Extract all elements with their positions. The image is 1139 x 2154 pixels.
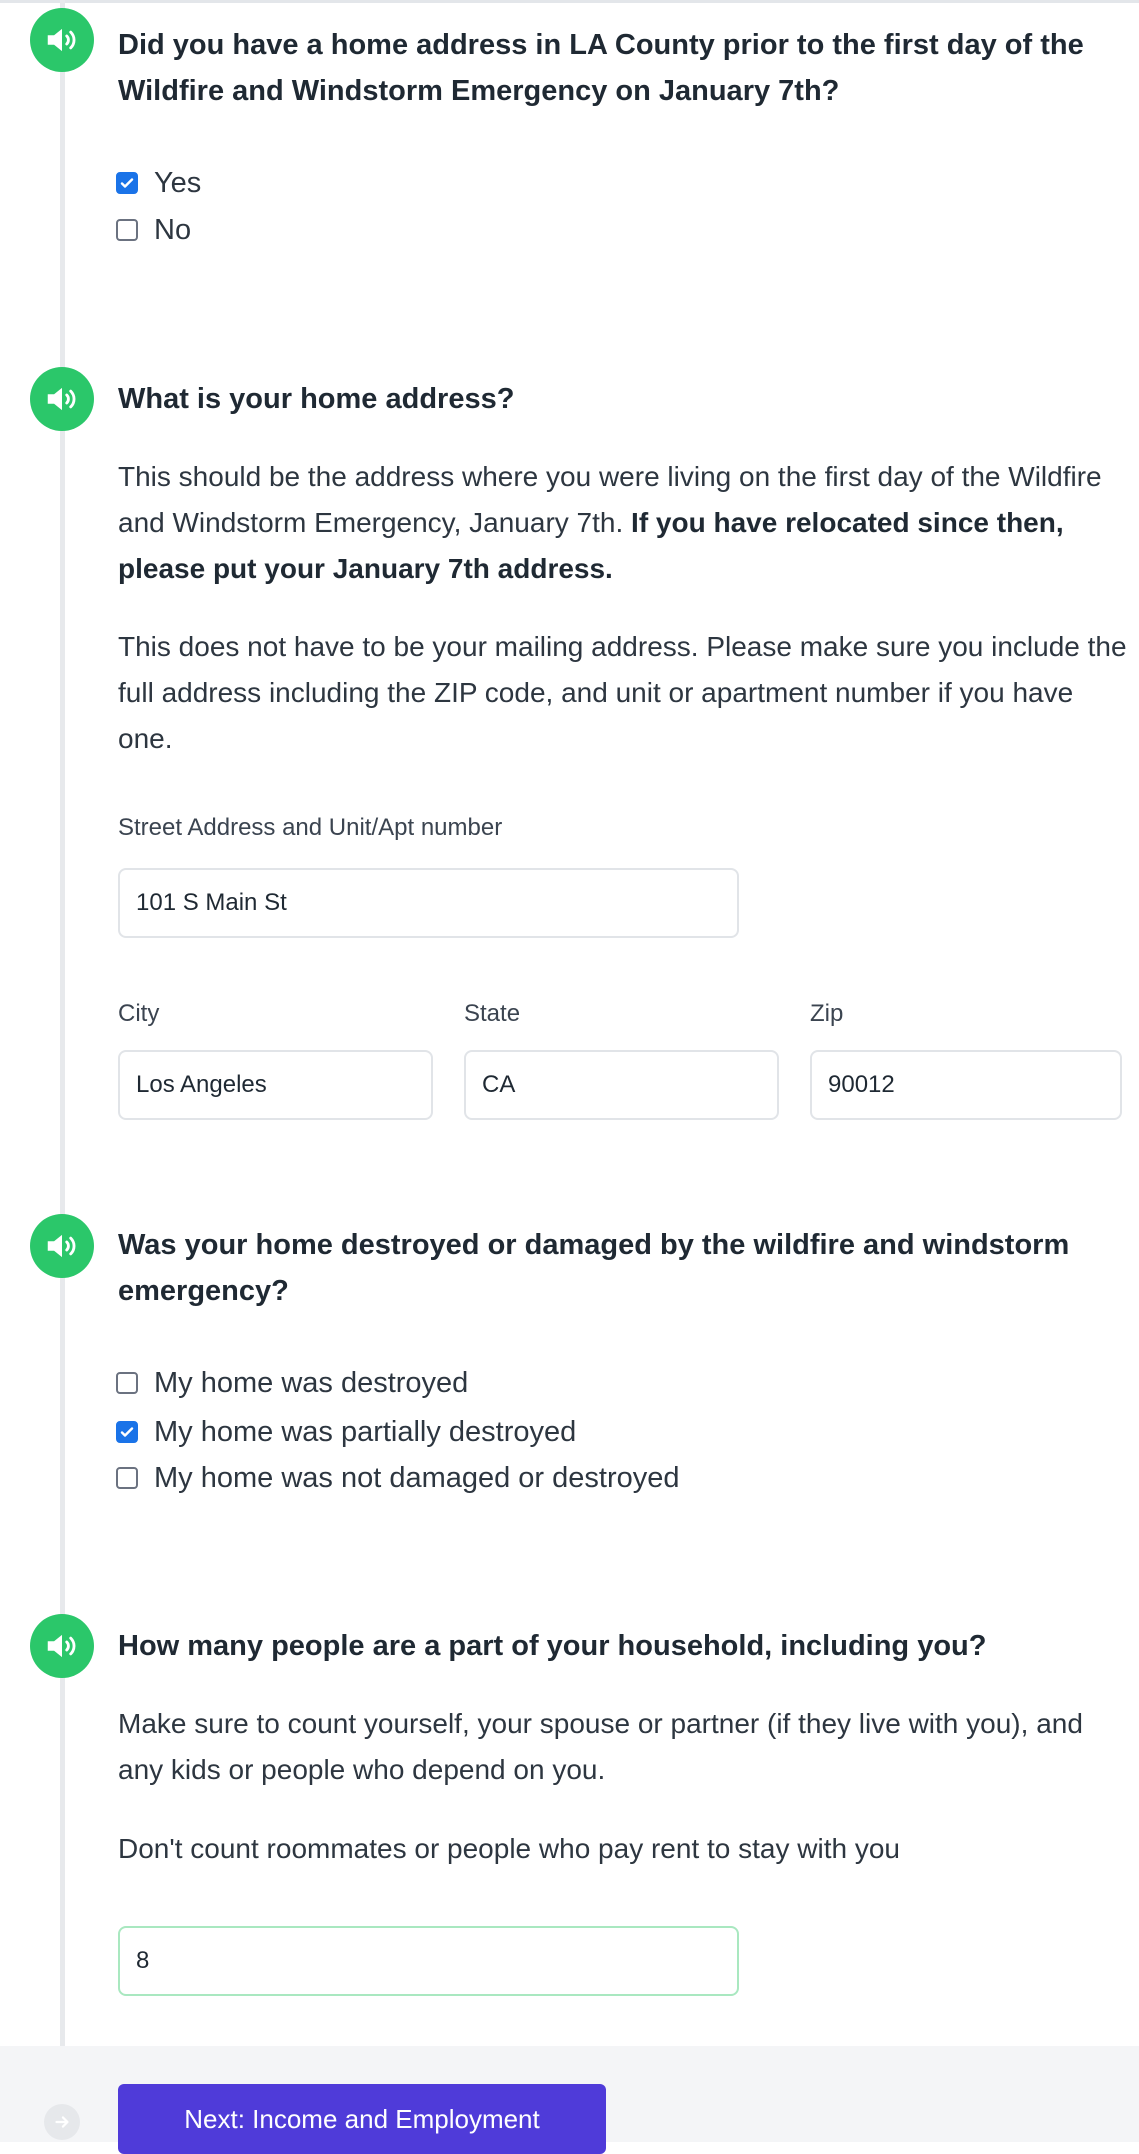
read-aloud-speaker-icon[interactable] [30,8,94,72]
household-count-instructions: Make sure to count yourself, your spouse… [118,1708,1083,1785]
option-not-damaged[interactable]: My home was not damaged or destroyed [116,1458,680,1498]
progress-timeline [60,0,65,2092]
question-household-size: How many people are a part of your house… [118,1630,987,1662]
checkbox-checked-icon[interactable] [116,172,138,194]
next-step-arrow-icon [44,2104,80,2140]
question-home-damage: Was your home destroyed or damaged by th… [118,1229,1070,1307]
option-label: My home was not damaged or destroyed [154,1461,680,1494]
state-label: State [464,1000,521,1027]
read-aloud-speaker-icon[interactable] [30,367,94,431]
roommates-note: Don't count roommates or people who pay … [118,1833,900,1864]
city-label: City [118,1000,160,1027]
mailing-address-note: This does not have to be your mailing ad… [118,631,1127,754]
street-address-input[interactable] [118,868,739,938]
checkbox-unchecked-icon[interactable] [116,1372,138,1394]
top-divider [0,0,1139,3]
household-size-input[interactable] [118,1926,739,1996]
read-aloud-speaker-icon[interactable] [30,1614,94,1678]
city-input[interactable] [118,1050,433,1120]
option-no[interactable]: No [116,210,191,250]
option-partially-destroyed[interactable]: My home was partially destroyed [116,1412,576,1452]
question-la-county-address: Did you have a home address in LA County… [118,29,1084,107]
option-yes[interactable]: Yes [116,163,201,203]
question-home-address: What is your home address? [118,383,515,415]
address-instructions: This should be the address where you wer… [118,454,1128,592]
option-label: No [154,213,192,246]
option-label: My home was destroyed [154,1366,469,1399]
next-income-employment-button[interactable]: Next: Income and Employment [118,2084,606,2154]
checkbox-unchecked-icon[interactable] [116,1467,138,1489]
zip-input[interactable] [810,1050,1122,1120]
street-label: Street Address and Unit/Apt number [118,814,503,841]
checkbox-checked-icon[interactable] [116,1421,138,1443]
option-destroyed[interactable]: My home was destroyed [116,1363,468,1403]
zip-label: Zip [810,1000,844,1027]
option-label: My home was partially destroyed [154,1415,577,1448]
checkbox-unchecked-icon[interactable] [116,219,138,241]
read-aloud-speaker-icon[interactable] [30,1214,94,1278]
state-input[interactable] [464,1050,779,1120]
option-label: Yes [154,166,202,199]
